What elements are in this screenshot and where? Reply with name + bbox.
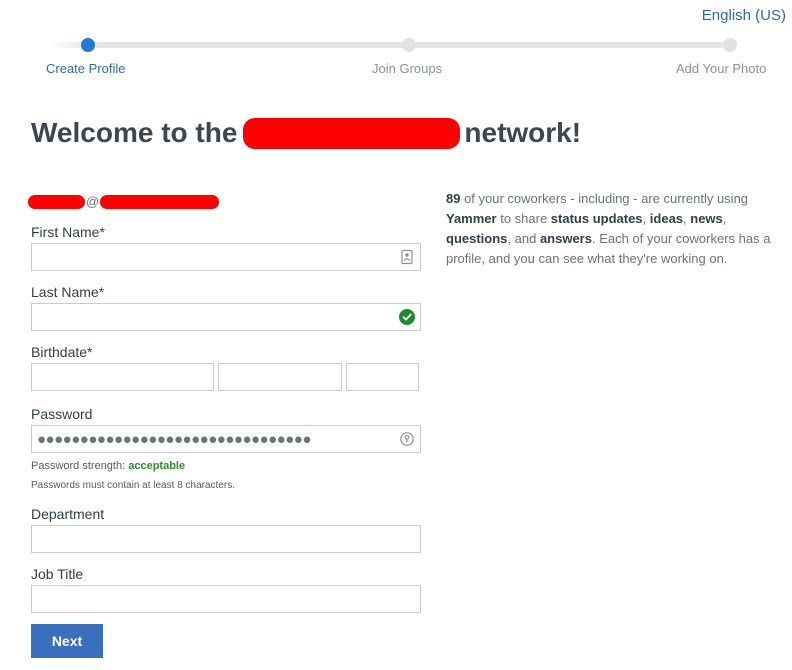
redacted-email-domain [100, 194, 220, 209]
info-questions: questions [446, 231, 508, 246]
redacted-email-user [28, 194, 85, 209]
language-selector[interactable]: English (US) [702, 7, 786, 24]
department-label: Department [31, 506, 105, 522]
password-strength-label: Password strength: [31, 460, 126, 472]
page-title: Welcome to the network! [31, 117, 581, 149]
title-suffix: network! [464, 117, 582, 148]
password-reveal-icon[interactable] [399, 431, 415, 447]
step-dot-create-profile [81, 38, 95, 52]
step-dot-add-photo [723, 38, 737, 52]
password-field[interactable]: ●●●●●●●●●●●●●●●●●●●●●●●●●●●●●●●● [31, 425, 421, 453]
contact-card-icon[interactable] [399, 249, 415, 265]
password-label: Password [31, 406, 93, 422]
info-comma-1: , [642, 211, 650, 226]
coworker-count: 89 [446, 191, 461, 206]
birthdate-day-select[interactable] [218, 363, 342, 391]
info-status-updates: status updates [550, 211, 643, 226]
info-comma-3: , [722, 211, 727, 226]
info-app-name: Yammer [446, 211, 497, 226]
step-dot-join-groups [402, 38, 416, 52]
user-email: @ [28, 194, 220, 209]
password-strength-value: acceptable [128, 460, 186, 472]
email-at-sign: @ [86, 194, 100, 209]
last-name-field[interactable] [31, 303, 421, 331]
last-name-label: Last Name* [31, 284, 105, 300]
first-name-label: First Name* [31, 224, 105, 240]
info-ideas: ideas [649, 211, 684, 226]
info-text-2: to share [496, 211, 551, 226]
redacted-network-name [243, 117, 461, 149]
next-button[interactable]: Next [31, 624, 103, 658]
step-label-create-profile: Create Profile [46, 61, 126, 76]
first-name-field[interactable] [31, 243, 421, 271]
info-text-1: of your coworkers - including - are curr… [460, 191, 749, 206]
password-rule-text: Passwords must contain at least 8 charac… [31, 480, 235, 491]
birthdate-label: Birthdate* [31, 344, 93, 360]
birthdate-month-select[interactable] [31, 363, 214, 391]
step-label-add-photo: Add Your Photo [676, 61, 767, 76]
title-prefix: Welcome to the [31, 117, 238, 148]
password-masked-value: ●●●●●●●●●●●●●●●●●●●●●●●●●●●●●●●● [37, 431, 311, 448]
info-news: news [690, 211, 723, 226]
birthdate-year-select[interactable] [346, 363, 419, 391]
department-field[interactable] [31, 525, 421, 553]
job-title-label: Job Title [31, 566, 84, 582]
info-answers: answers [539, 231, 592, 246]
progress-stepper [47, 38, 747, 52]
coworkers-info: 89 of your coworkers - including - are c… [446, 189, 780, 269]
job-title-field[interactable] [31, 585, 421, 613]
step-label-join-groups: Join Groups [372, 61, 443, 76]
password-strength: Password strength: acceptable [31, 460, 185, 472]
info-and: , and [507, 231, 540, 246]
check-circle-icon [399, 309, 415, 325]
